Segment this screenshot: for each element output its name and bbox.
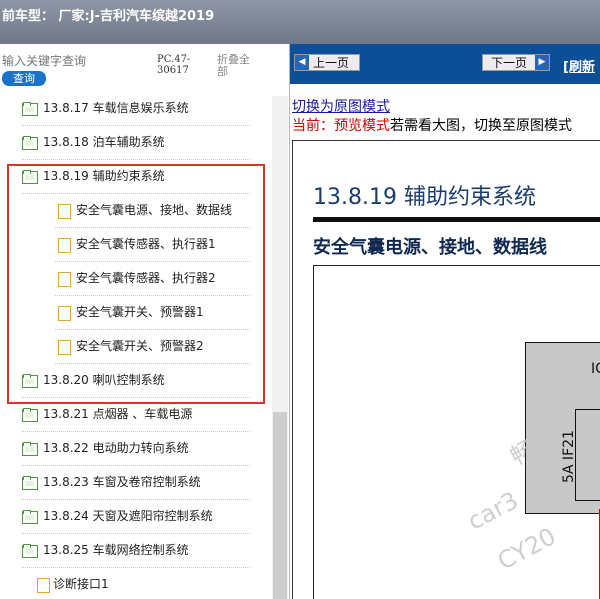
folder-icon bbox=[22, 510, 38, 524]
document-preview: 13.8.19 辅助约束系统 安全气囊电源、接地、数据线 IC 5A IF21 … bbox=[292, 140, 600, 599]
arrow-left-icon: ◀ bbox=[295, 55, 309, 70]
folder-icon bbox=[22, 408, 38, 422]
search-area: 查询 PC.47-30617 折叠全部 bbox=[0, 44, 289, 96]
folder-open-icon bbox=[22, 544, 38, 558]
status-line: 当前：预览模式若需看大图，切换至原图模式 bbox=[292, 115, 572, 135]
highlight-box bbox=[7, 164, 265, 404]
tree-item-label: 13.8.17 车载信息娱乐系统 bbox=[43, 101, 189, 115]
tree-item-13-8-18[interactable]: 13.8.18 泊车辅助系统 bbox=[22, 126, 250, 160]
diagram-inner-box bbox=[575, 409, 600, 501]
tree-item-label: 13.8.21 点烟器 、车载电源 bbox=[43, 407, 193, 421]
tree-item-13-8-24[interactable]: 13.8.24 天窗及遮阳帘控制系统 bbox=[22, 500, 250, 534]
fuse-label: 5A IF21 bbox=[561, 430, 577, 483]
collapse-all-button[interactable]: 折叠全部 bbox=[217, 54, 257, 78]
right-panel: ◀ 上一页 下一页 ▶ [刷新 切换为原图模式 当前：预览模式若需看大图，切换至… bbox=[290, 44, 600, 599]
arrow-right-icon: ▶ bbox=[535, 55, 549, 70]
tree-item-label: 13.8.23 车窗及卷帘控制系统 bbox=[43, 475, 201, 489]
tree-item-label: 13.8.22 电动助力转向系统 bbox=[43, 441, 189, 455]
document-subtitle: 安全气囊电源、接地、数据线 bbox=[313, 237, 547, 258]
tree-item-label: 13.8.24 天窗及遮阳帘控制系统 bbox=[43, 509, 213, 523]
tree-item-13-8-17[interactable]: 13.8.17 车载信息娱乐系统 bbox=[22, 92, 250, 126]
tree-item-label: 诊断接口1 bbox=[53, 577, 109, 591]
next-page-button[interactable]: 下一页 ▶ bbox=[482, 54, 550, 71]
document-icon bbox=[37, 578, 50, 593]
tree-item-13-8-25[interactable]: 13.8.25 车载网络控制系统 bbox=[22, 534, 250, 568]
tree-item-13-8-22[interactable]: 13.8.22 电动助力转向系统 bbox=[22, 432, 250, 466]
folder-icon bbox=[22, 442, 38, 456]
document-title: 13.8.19 辅助约束系统 bbox=[313, 185, 536, 210]
left-panel: 查询 PC.47-30617 折叠全部 13.8.17 车载信息娱乐系统 13.… bbox=[0, 44, 290, 599]
module-label: IC bbox=[591, 361, 600, 377]
search-button[interactable]: 查询 bbox=[2, 71, 46, 86]
nav-bar: ◀ 上一页 下一页 ▶ [刷新 bbox=[290, 44, 600, 84]
next-page-label: 下一页 bbox=[491, 56, 528, 70]
tree-item-label: 13.8.18 泊车辅助系统 bbox=[43, 135, 165, 149]
tree-item-13-8-23[interactable]: 13.8.23 车窗及卷帘控制系统 bbox=[22, 466, 250, 500]
status-text: 若需看大图，切换至原图模式 bbox=[390, 118, 572, 134]
tree-item-doc[interactable]: 诊断接口1 bbox=[34, 568, 250, 599]
status-prefix: 当前：预览模式 bbox=[292, 118, 390, 134]
folder-icon bbox=[22, 476, 38, 490]
switch-mode-link[interactable]: 切换为原图模式 bbox=[292, 96, 390, 116]
folder-icon bbox=[22, 136, 38, 150]
window-title: 前车型： 厂家:J-吉利汽车缤越2019 bbox=[2, 9, 215, 24]
refresh-link[interactable]: [刷新 bbox=[563, 56, 595, 75]
title-bar: 前车型： 厂家:J-吉利汽车缤越2019 bbox=[0, 0, 600, 44]
pc-code-label: PC.47-30617 bbox=[157, 54, 191, 76]
scrollbar-thumb[interactable] bbox=[273, 412, 287, 599]
prev-page-label: 上一页 bbox=[313, 56, 350, 70]
folder-icon bbox=[22, 102, 38, 116]
prev-page-button[interactable]: ◀ 上一页 bbox=[294, 54, 360, 71]
title-divider bbox=[313, 217, 600, 222]
tree-item-label: 13.8.25 车载网络控制系统 bbox=[43, 543, 189, 557]
search-input[interactable] bbox=[2, 53, 152, 69]
